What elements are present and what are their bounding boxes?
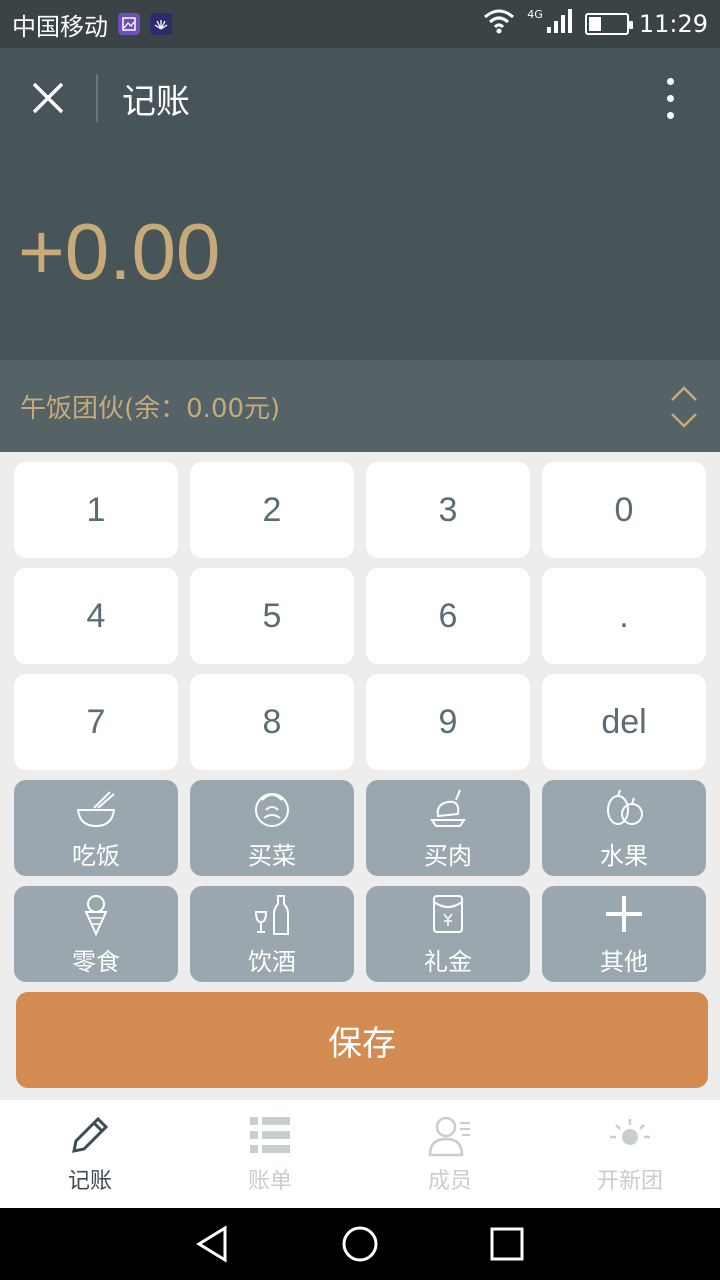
recents-icon[interactable] [487, 1224, 527, 1264]
key-7[interactable]: 7 [14, 674, 178, 770]
tab-bills[interactable]: 账单 [180, 1100, 360, 1208]
category-meat-button[interactable]: 买肉 [366, 780, 530, 876]
key-2[interactable]: 2 [190, 462, 354, 558]
red-envelope-icon [433, 894, 463, 933]
tab-label: 成员 [427, 1169, 472, 1194]
bowl-icon [76, 790, 116, 827]
category-label: 买菜 [248, 841, 296, 870]
icecream-icon [84, 894, 108, 936]
signal-icon [545, 7, 575, 41]
category-label: 零食 [72, 947, 120, 976]
system-nav-bar [0, 1208, 720, 1280]
key-dot[interactable]: . [542, 568, 706, 664]
more-options-button[interactable] [642, 70, 698, 126]
list-icon [250, 1117, 290, 1153]
key-8[interactable]: 8 [190, 674, 354, 770]
bottom-tab-bar: 记账 账单 成员 开新团 [0, 1100, 720, 1208]
key-9[interactable]: 9 [366, 674, 530, 770]
gallery-notification-icon [118, 13, 140, 35]
key-1[interactable]: 1 [14, 462, 178, 558]
meat-icon [430, 789, 466, 827]
category-snacks-button[interactable]: 零食 [14, 886, 178, 982]
category-drinks-button[interactable]: 饮酒 [190, 886, 354, 982]
category-label: 买肉 [424, 841, 472, 870]
key-4[interactable]: 4 [14, 568, 178, 664]
tab-label: 账单 [247, 1169, 292, 1194]
home-icon[interactable] [340, 1224, 380, 1264]
category-label: 其他 [600, 947, 648, 976]
key-0[interactable]: 0 [542, 462, 706, 558]
category-gift-money-button[interactable]: 礼金 [366, 886, 530, 982]
tab-new-group[interactable]: 开新团 [540, 1100, 720, 1208]
back-icon[interactable] [193, 1224, 233, 1264]
vegetable-icon [255, 792, 289, 827]
category-label: 饮酒 [248, 947, 296, 976]
up-down-chevron-icon [671, 386, 697, 428]
key-delete[interactable]: del [542, 674, 706, 770]
plus-icon [606, 895, 642, 932]
members-icon [428, 1116, 470, 1157]
close-button[interactable] [0, 48, 96, 148]
carrier-label: 中国移动 [12, 12, 108, 41]
fruit-icon [607, 789, 643, 825]
category-label: 礼金 [424, 947, 472, 976]
category-vegetables-button[interactable]: 买菜 [190, 780, 354, 876]
more-icon [666, 77, 674, 85]
category-fruit-button[interactable]: 水果 [542, 780, 706, 876]
header-divider [96, 74, 98, 122]
sun-icon [610, 1119, 650, 1145]
category-meal-button[interactable]: 吃饭 [14, 780, 178, 876]
pencil-icon [72, 1116, 109, 1153]
header: 记账 +0.00 [0, 48, 720, 360]
close-icon [32, 82, 64, 114]
huawei-notification-icon [150, 13, 172, 35]
clock-label: 11:29 [638, 10, 708, 38]
network-type-label: 4G [527, 7, 543, 21]
key-6[interactable]: 6 [366, 568, 530, 664]
battery-icon [584, 13, 633, 35]
status-bar: 中国移动 4G 11:29 [0, 0, 720, 48]
page-title: 记账 [122, 81, 190, 122]
tab-members[interactable]: 成员 [360, 1100, 540, 1208]
tab-record[interactable]: 记账 [0, 1100, 180, 1208]
wine-icon [254, 894, 289, 935]
group-label: 午饭团伙(余：0.00元) [20, 393, 281, 424]
category-label: 吃饭 [72, 841, 120, 870]
key-3[interactable]: 3 [366, 462, 530, 558]
wifi-icon [481, 7, 517, 41]
category-other-button[interactable]: 其他 [542, 886, 706, 982]
keypad: 1 2 3 0 4 5 6 . 7 8 9 del 吃饭 买菜 买肉 水果 零食… [14, 462, 706, 982]
tab-label: 记账 [67, 1169, 112, 1194]
group-selector[interactable]: 午饭团伙(余：0.00元) [0, 360, 720, 452]
save-button[interactable]: 保存 [16, 992, 708, 1088]
amount-display: +0.00 [18, 207, 221, 296]
tab-label: 开新团 [596, 1169, 663, 1194]
key-5[interactable]: 5 [190, 568, 354, 664]
category-label: 水果 [600, 841, 648, 870]
